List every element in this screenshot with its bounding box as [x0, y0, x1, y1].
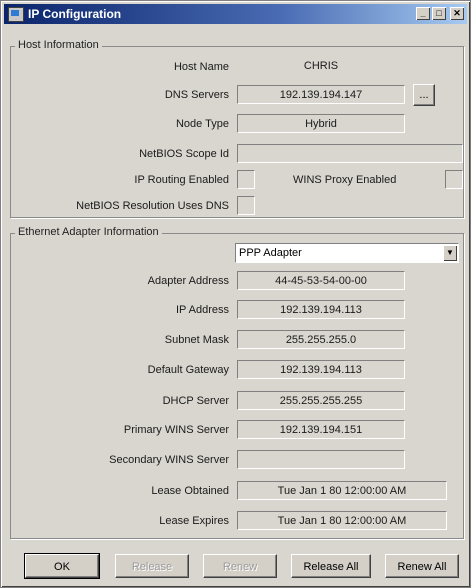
secondary-wins-label: Secondary WINS Server — [109, 454, 229, 466]
minimize-button[interactable]: _ — [416, 7, 430, 20]
adapter-select[interactable]: PPP Adapter ▼ — [235, 243, 459, 263]
window-title: IP Configuration — [28, 7, 122, 21]
ip-address-value: 192.139.194.113 — [237, 300, 405, 319]
lease-obtained-value: Tue Jan 1 80 12:00:00 AM — [237, 481, 447, 500]
dhcp-server-value: 255.255.255.255 — [237, 391, 405, 410]
close-button[interactable]: ✕ — [450, 7, 464, 20]
subnet-mask-label: Subnet Mask — [164, 334, 229, 346]
default-gateway-label: Default Gateway — [147, 364, 229, 376]
secondary-wins-value — [237, 450, 405, 469]
netbios-scope-value — [237, 144, 463, 163]
host-name-label: Host Name — [173, 61, 229, 73]
release-button[interactable]: Release — [115, 554, 189, 578]
wins-proxy-value — [445, 170, 463, 189]
adapter-select-value: PPP Adapter — [239, 247, 302, 259]
renew-button[interactable]: Renew — [203, 554, 277, 578]
netbios-dns-value — [237, 196, 255, 215]
host-name-value: CHRIS — [237, 57, 405, 76]
renew-all-button[interactable]: Renew All — [385, 554, 459, 578]
adapter-address-value: 44-45-53-54-00-00 — [237, 271, 405, 290]
chevron-down-icon[interactable]: ▼ — [443, 245, 457, 261]
lease-obtained-label: Lease Obtained — [151, 485, 229, 497]
node-type-label: Node Type — [175, 118, 229, 130]
netbios-dns-label: NetBIOS Resolution Uses DNS — [76, 200, 229, 212]
dns-servers-value: 192.139.194.147 — [237, 85, 405, 104]
ip-routing-label: IP Routing Enabled — [134, 174, 229, 186]
adapter-information-title: Ethernet Adapter Information — [15, 226, 162, 238]
primary-wins-label: Primary WINS Server — [123, 424, 229, 436]
dns-servers-label: DNS Servers — [164, 89, 229, 101]
netbios-scope-label: NetBIOS Scope Id — [139, 148, 229, 160]
network-icon — [8, 7, 24, 22]
node-type-value: Hybrid — [237, 114, 405, 133]
maximize-button[interactable]: □ — [432, 7, 446, 20]
dhcp-server-label: DHCP Server — [162, 395, 229, 407]
host-information-title: Host Information — [15, 39, 102, 51]
adapter-address-label: Adapter Address — [147, 275, 229, 287]
primary-wins-value: 192.139.194.151 — [237, 420, 405, 439]
default-gateway-value: 192.139.194.113 — [237, 360, 405, 379]
ip-routing-value — [237, 170, 255, 189]
release-all-button[interactable]: Release All — [291, 554, 371, 578]
wins-proxy-label: WINS Proxy Enabled — [293, 174, 397, 186]
title-bar[interactable]: IP Configuration _ □ ✕ — [4, 4, 467, 24]
lease-expires-value: Tue Jan 1 80 12:00:00 AM — [237, 511, 447, 530]
ip-address-label: IP Address — [176, 304, 229, 316]
dns-servers-more-button[interactable]: ... — [413, 84, 435, 106]
ip-configuration-window: IP Configuration _ □ ✕ Host Information … — [0, 0, 471, 588]
ok-button[interactable]: OK — [24, 553, 100, 579]
subnet-mask-value: 255.255.255.0 — [237, 330, 405, 349]
lease-expires-label: Lease Expires — [159, 515, 229, 527]
